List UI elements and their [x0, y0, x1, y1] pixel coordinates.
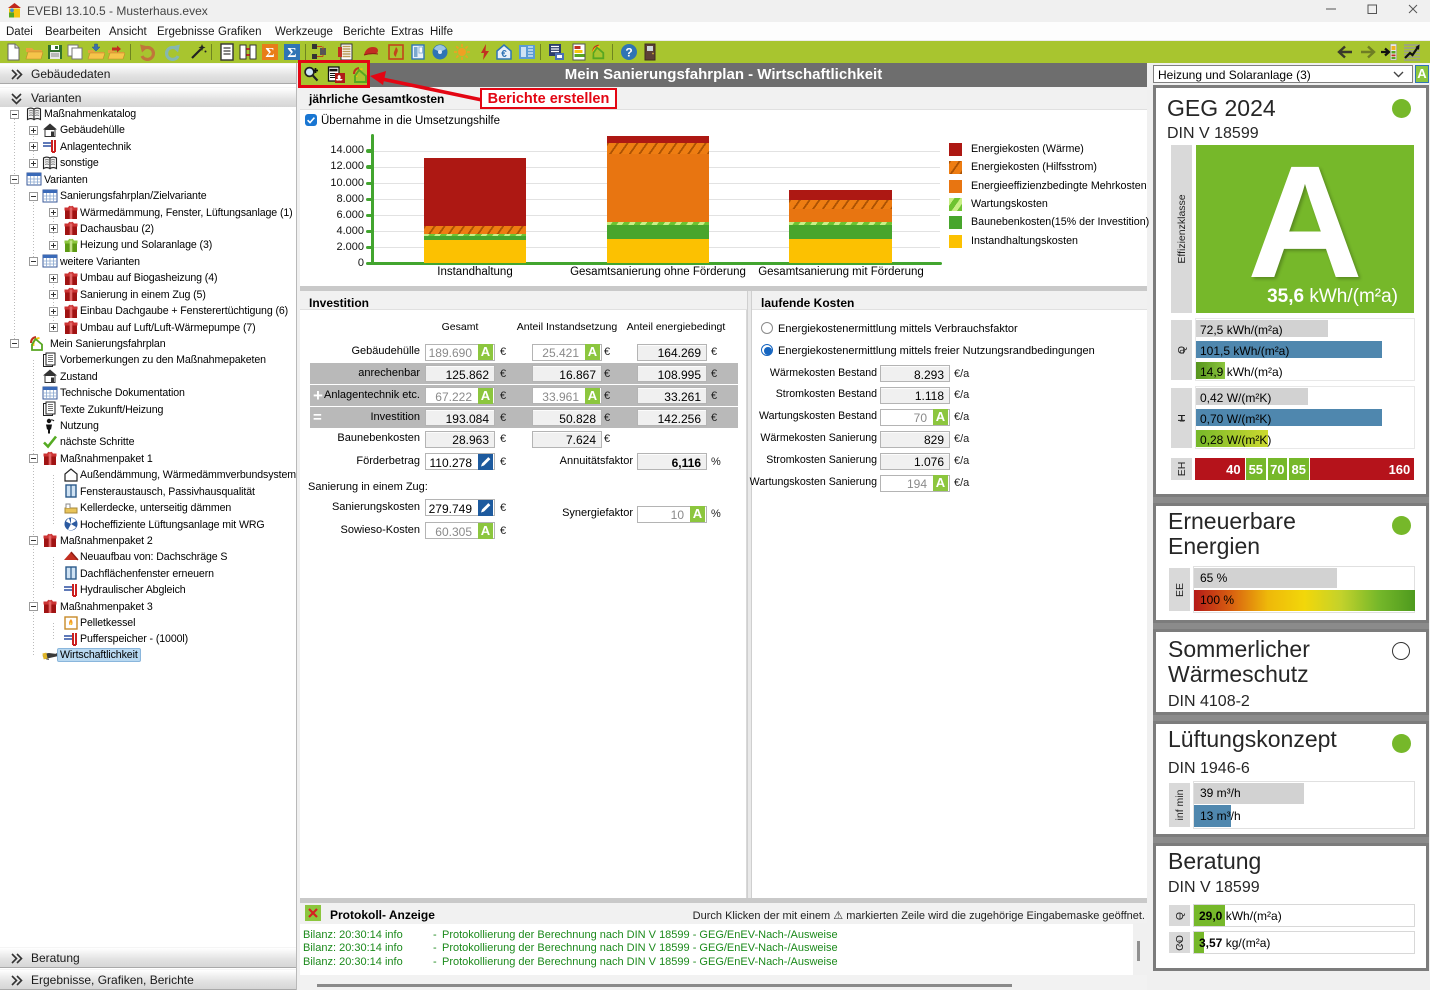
svg-text:€: € [501, 49, 507, 60]
svg-text:Σ: Σ [287, 46, 296, 61]
svg-text:Σ: Σ [265, 46, 274, 61]
svg-text:?: ? [625, 46, 632, 60]
